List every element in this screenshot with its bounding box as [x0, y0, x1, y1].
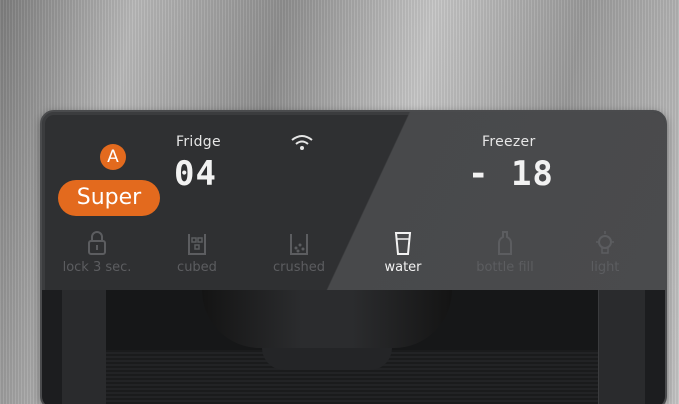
fridge-temperature[interactable]: 04 [174, 154, 217, 194]
function-light[interactable]: light [560, 230, 650, 275]
function-label: cubed [177, 260, 217, 275]
function-crushed[interactable]: crushed [254, 230, 344, 275]
control-panel: A Super Fridge 04 Freezer - 18 lock 3 se… [40, 110, 667, 404]
fridge-front: A Super Fridge 04 Freezer - 18 lock 3 se… [0, 0, 679, 404]
function-label: light [590, 260, 620, 275]
crushed-ice-icon [290, 234, 308, 255]
fridge-label: Fridge [176, 134, 221, 150]
freezer-temperature[interactable]: - 18 [468, 154, 554, 194]
dispenser-nozzle [202, 290, 452, 348]
light-bulb-icon [596, 231, 614, 254]
function-label: water [384, 260, 422, 275]
bottle-icon [498, 231, 512, 255]
function-label: lock 3 sec. [62, 260, 132, 275]
function-label: crushed [273, 260, 325, 275]
dispenser-area [42, 290, 665, 404]
badge-a: A [100, 144, 126, 170]
freezer-label: Freezer [482, 134, 536, 150]
function-bottle-fill[interactable]: bottle fill [460, 230, 550, 275]
super-button[interactable]: Super [58, 180, 160, 216]
dispenser-spout [262, 348, 392, 370]
glass-icon [394, 232, 412, 255]
dispenser-right-bezel [598, 290, 645, 404]
function-lock[interactable]: lock 3 sec. [52, 230, 142, 275]
ice-cubes-icon [188, 234, 206, 255]
function-water[interactable]: water [358, 230, 448, 275]
function-cubed[interactable]: cubed [152, 230, 242, 275]
wifi-icon [291, 135, 313, 150]
lock-icon [88, 231, 106, 255]
dispenser-left-bezel [62, 290, 109, 404]
function-label: bottle fill [476, 260, 534, 275]
